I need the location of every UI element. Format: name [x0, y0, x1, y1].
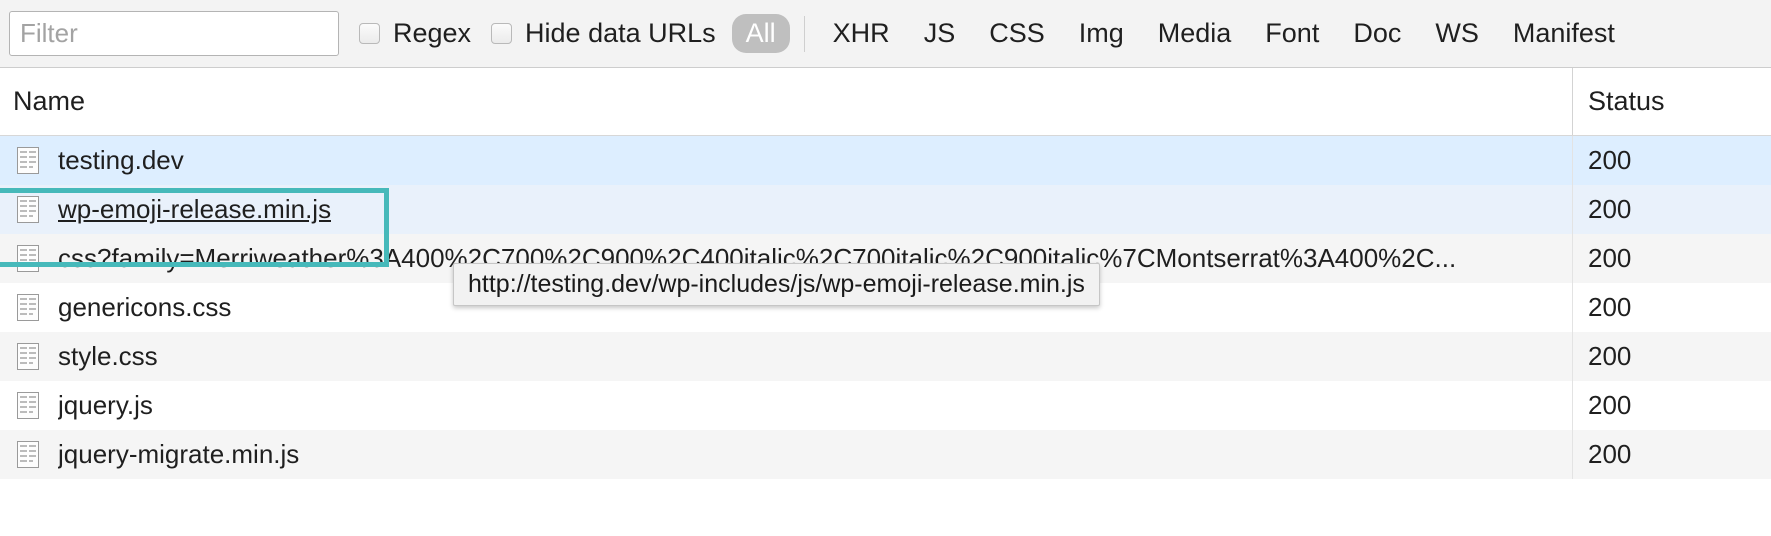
row-column-divider	[1572, 136, 1573, 185]
table-row[interactable]: jquery.js 200	[0, 381, 1771, 430]
request-status: 200	[1588, 194, 1631, 225]
request-status: 200	[1588, 243, 1631, 274]
row-column-divider	[1572, 332, 1573, 381]
type-filter-css[interactable]: CSS	[975, 14, 1059, 53]
column-divider[interactable]	[1572, 68, 1573, 135]
table-row[interactable]: wp-emoji-release.min.js 200	[0, 185, 1771, 234]
type-filter-img[interactable]: Img	[1065, 14, 1138, 53]
filter-input[interactable]	[9, 11, 339, 56]
table-row[interactable]: jquery-migrate.min.js 200	[0, 430, 1771, 479]
document-icon	[17, 441, 39, 468]
hide-data-urls-checkbox[interactable]	[491, 23, 512, 44]
network-toolbar: Regex Hide data URLs All XHR JS CSS Img …	[0, 0, 1771, 68]
request-name[interactable]: wp-emoji-release.min.js	[58, 194, 331, 225]
hide-data-urls-checkbox-group[interactable]: Hide data URLs	[491, 0, 716, 68]
type-filter-font[interactable]: Font	[1251, 14, 1333, 53]
document-icon	[17, 196, 39, 223]
row-column-divider	[1572, 185, 1573, 234]
column-header-status[interactable]: Status	[1588, 68, 1665, 135]
request-name[interactable]: genericons.css	[58, 292, 231, 323]
type-filter-manifest[interactable]: Manifest	[1499, 14, 1629, 53]
document-icon	[17, 343, 39, 370]
table-row[interactable]: testing.dev 200	[0, 136, 1771, 185]
column-header-name[interactable]: Name	[13, 68, 85, 135]
type-filter-doc[interactable]: Doc	[1339, 14, 1415, 53]
row-column-divider	[1572, 283, 1573, 332]
type-filter-js[interactable]: JS	[910, 14, 970, 53]
row-column-divider	[1572, 234, 1573, 283]
request-name[interactable]: jquery.js	[58, 390, 153, 421]
document-icon	[17, 147, 39, 174]
request-status: 200	[1588, 439, 1631, 470]
table-row[interactable]: style.css 200	[0, 332, 1771, 381]
type-filter-all[interactable]: All	[732, 14, 790, 53]
request-status: 200	[1588, 292, 1631, 323]
request-name[interactable]: jquery-migrate.min.js	[58, 439, 299, 470]
regex-label: Regex	[393, 18, 471, 49]
url-tooltip: http://testing.dev/wp-includes/js/wp-emo…	[453, 263, 1100, 306]
row-column-divider	[1572, 381, 1573, 430]
request-name[interactable]: testing.dev	[58, 145, 184, 176]
table-header-row: Name Status	[0, 68, 1771, 136]
document-icon	[17, 294, 39, 321]
request-status: 200	[1588, 145, 1631, 176]
table-body: testing.dev 200 wp-emoji-release.min.js 200…	[0, 136, 1771, 479]
regex-checkbox-group[interactable]: Regex	[359, 0, 471, 68]
type-filter-xhr[interactable]: XHR	[819, 14, 904, 53]
request-status: 200	[1588, 390, 1631, 421]
hide-data-urls-label: Hide data URLs	[525, 18, 716, 49]
regex-checkbox[interactable]	[359, 23, 380, 44]
resource-type-filters: All XHR JS CSS Img Media Font Doc WS Man…	[732, 0, 1635, 68]
type-filter-separator	[804, 16, 805, 52]
request-name[interactable]: style.css	[58, 341, 158, 372]
type-filter-ws[interactable]: WS	[1421, 14, 1493, 53]
request-status: 200	[1588, 341, 1631, 372]
document-icon	[17, 245, 39, 272]
row-column-divider	[1572, 430, 1573, 479]
document-icon	[17, 392, 39, 419]
type-filter-media[interactable]: Media	[1144, 14, 1246, 53]
